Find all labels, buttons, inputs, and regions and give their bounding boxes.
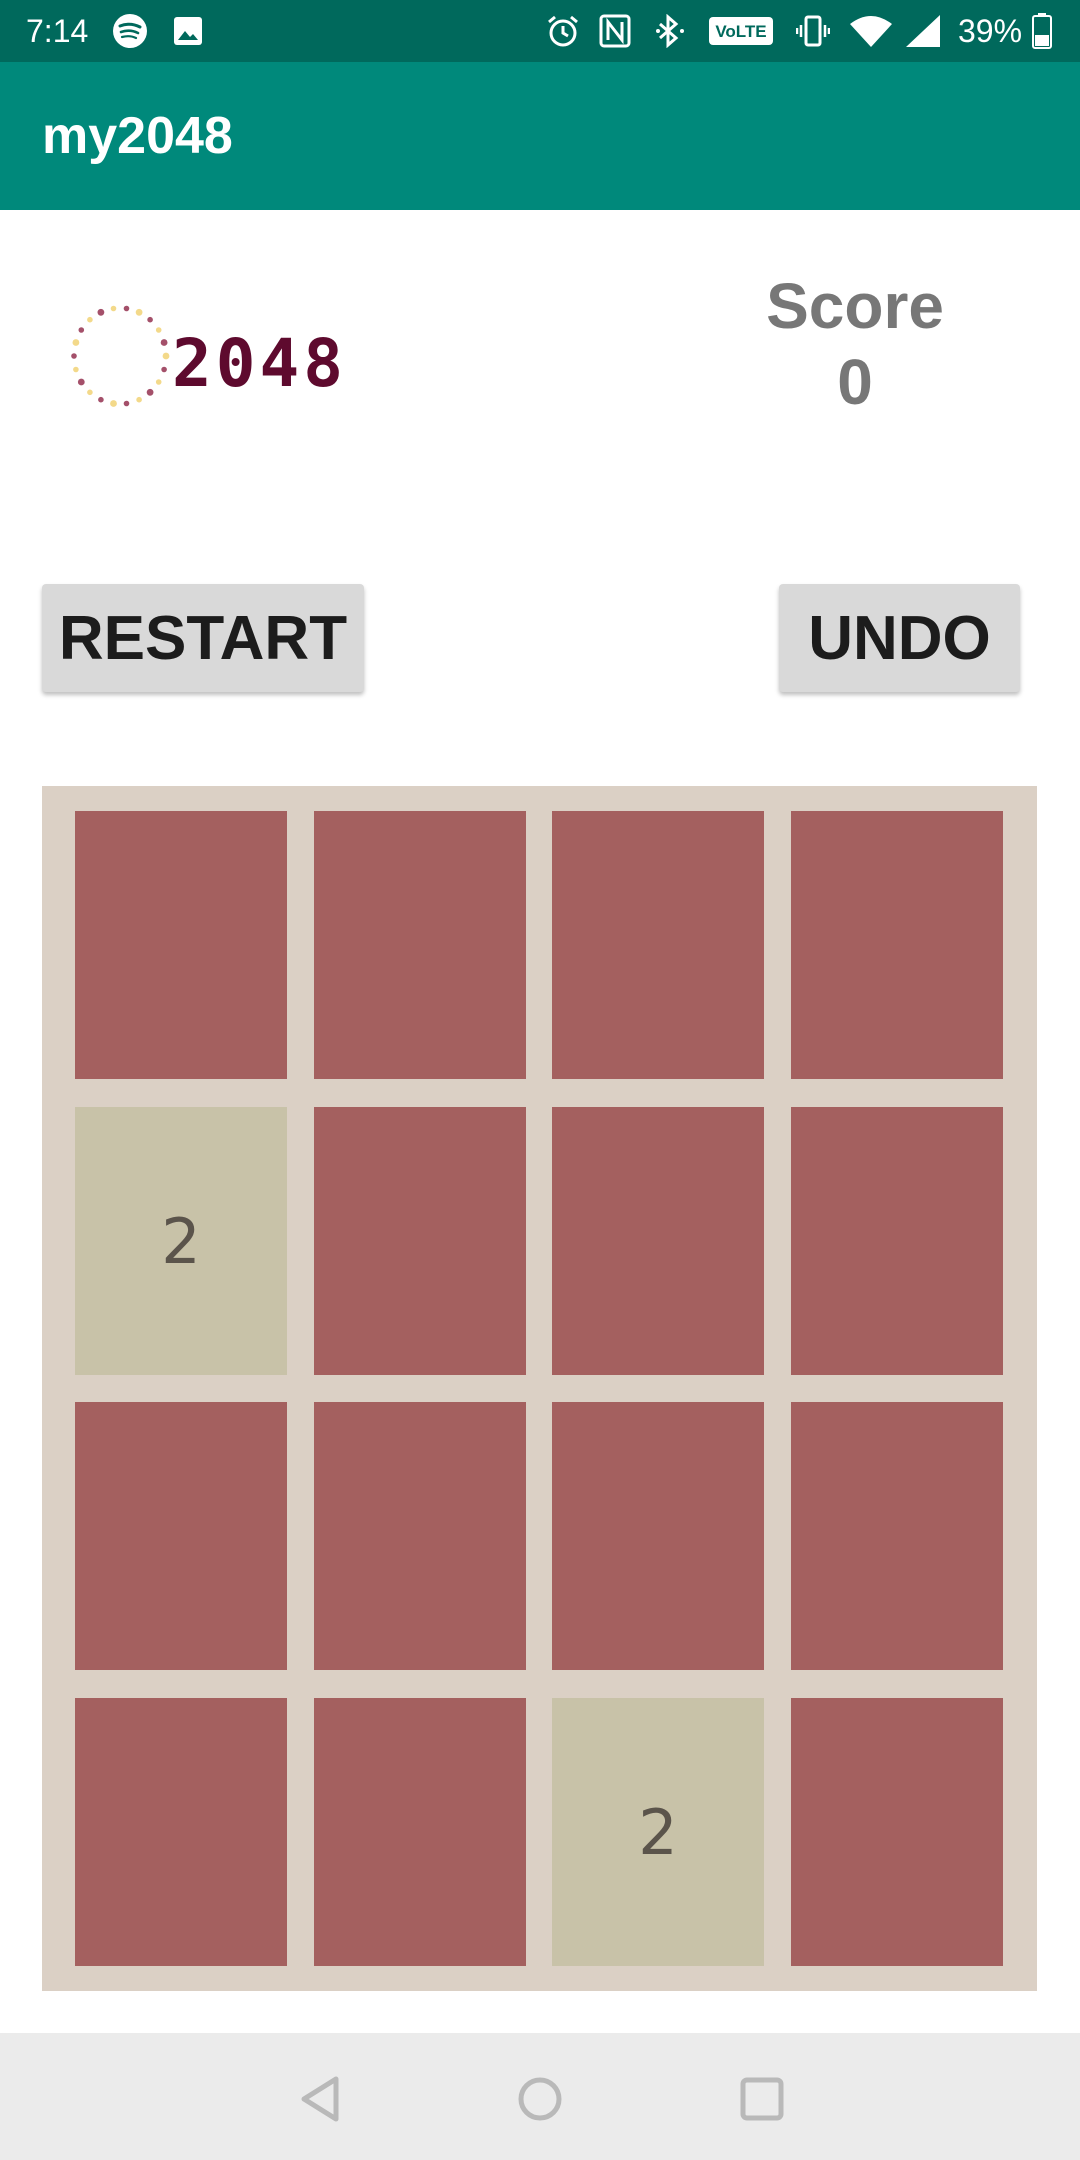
board-tile [314,1107,526,1375]
image-icon [170,12,206,50]
board-tile [791,1107,1003,1375]
navigation-bar [0,2033,1080,2160]
board-tile [552,811,764,1079]
app-bar: my2048 [0,62,1080,210]
board-tile [314,811,526,1079]
board-tile [791,1402,1003,1670]
status-bar: 7:14 VoLTE 39% [0,0,1080,62]
logo-text: 2048 [172,325,347,402]
board-tile [552,1402,764,1670]
status-time: 7:14 [26,13,89,49]
game-logo: 2048 [68,300,368,420]
restart-button[interactable]: RESTART [42,584,364,692]
recents-icon[interactable] [734,2071,790,2127]
nfc-icon [596,12,634,50]
board-tile [791,1698,1003,1966]
board-tile [552,1107,764,1375]
logo-dots-icon [71,305,170,407]
board-tile [75,1402,287,1670]
board-tile: 2 [75,1107,287,1375]
board-tile [314,1402,526,1670]
home-icon[interactable] [512,2071,568,2127]
spotify-icon [110,12,150,50]
volte-icon: VoLTE [707,12,775,50]
app-title: my2048 [42,107,233,165]
alarm-icon [544,12,582,50]
undo-button[interactable]: UNDO [779,584,1020,692]
board-tile [75,1698,287,1966]
board-tile [75,811,287,1079]
back-icon[interactable] [292,2071,348,2127]
score-value: 0 [837,346,873,418]
wifi-icon [848,12,894,50]
game-board[interactable]: 22 [42,786,1037,1991]
battery-percent: 39% [958,13,1023,49]
bluetooth-icon [650,12,690,50]
board-tile: 2 [552,1698,764,1966]
score-label: Score [766,270,944,342]
svg-text:VoLTE: VoLTE [715,22,766,41]
vibrate-icon [794,12,832,50]
board-tile [791,811,1003,1079]
signal-icon [902,12,944,50]
battery-icon [1030,12,1054,50]
board-tile [314,1698,526,1966]
